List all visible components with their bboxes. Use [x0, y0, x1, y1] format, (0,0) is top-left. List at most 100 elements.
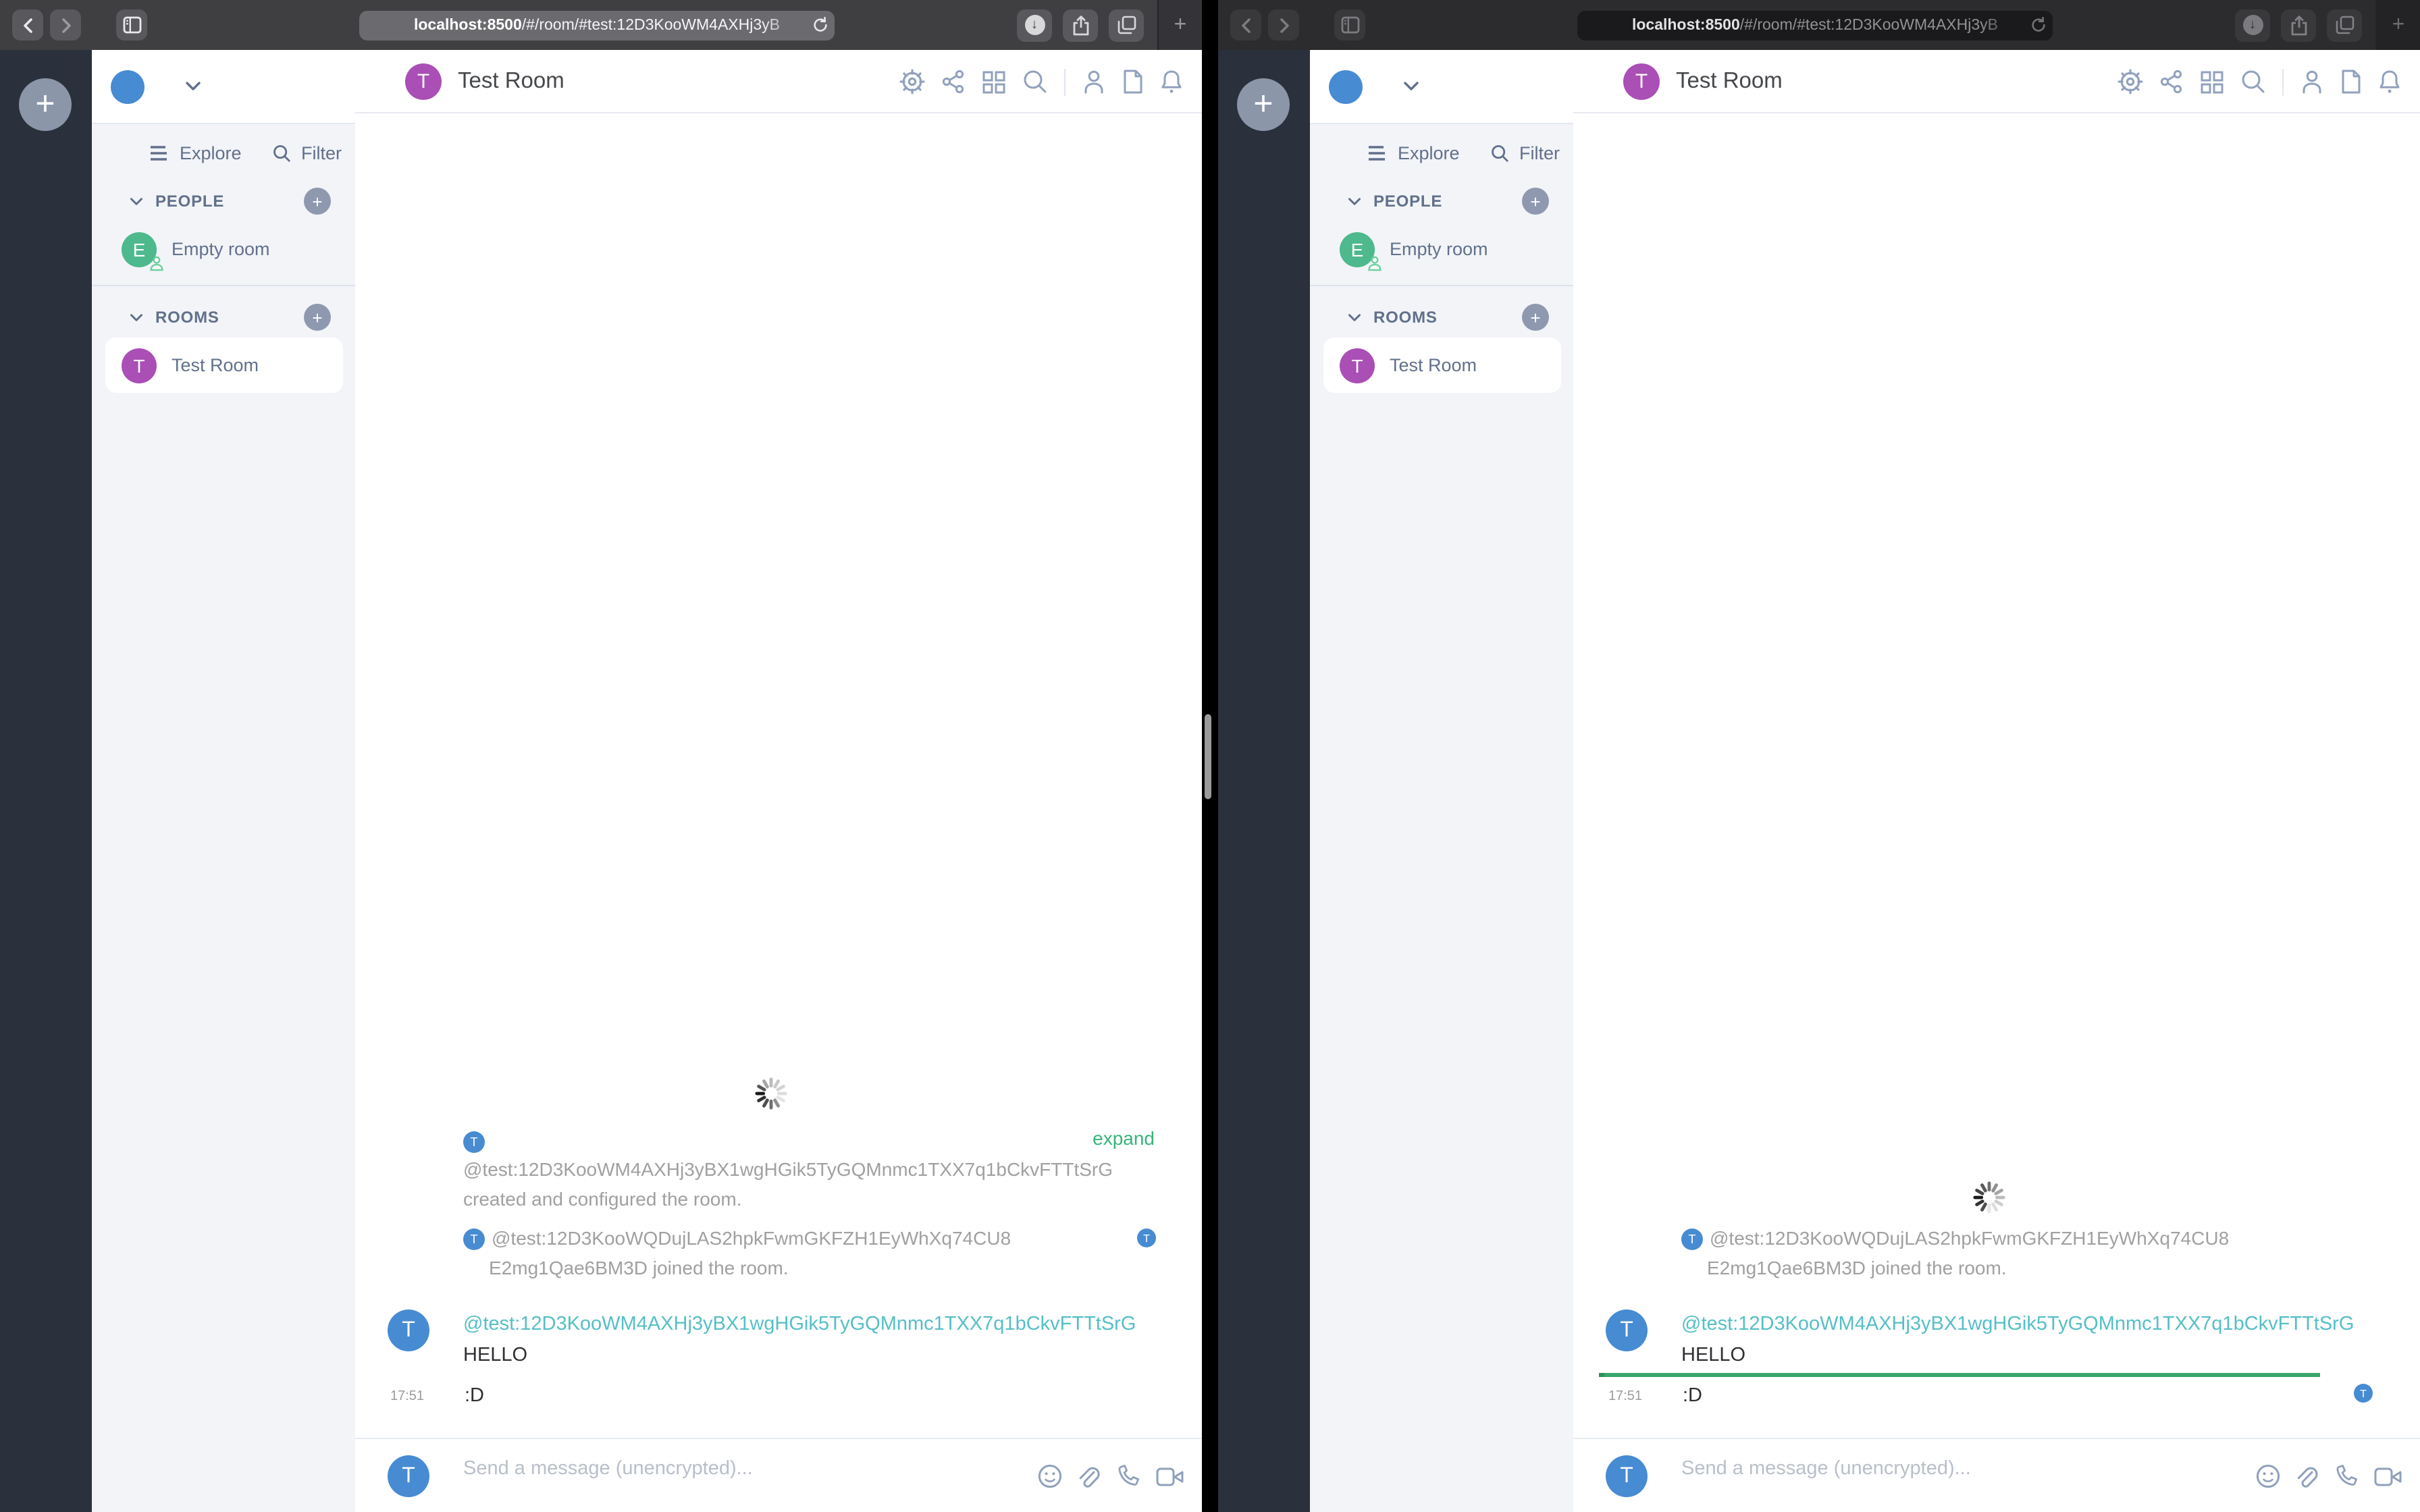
message-timeline: T expand @test:12D3KooWM4AXHj3yBX1wgHGik… — [355, 113, 1202, 1438]
share-room-icon[interactable] — [2159, 69, 2184, 94]
create-space-button[interactable]: + — [19, 78, 72, 131]
attachment-paperclip-icon[interactable] — [1078, 1463, 1101, 1489]
notifications-bell-icon[interactable] — [2378, 69, 2401, 94]
emoji-icon[interactable] — [2255, 1463, 2281, 1489]
filter-input[interactable]: Filter — [301, 142, 347, 163]
explore-button[interactable]: Explore — [180, 142, 253, 163]
section-label: PEOPLE — [155, 192, 225, 211]
reload-icon — [2032, 16, 2045, 32]
plus-icon: + — [1530, 191, 1541, 211]
tab-overview-button[interactable] — [2327, 9, 2362, 41]
people-section-header[interactable]: PEOPLE + — [1310, 181, 1573, 221]
back-button[interactable] — [1230, 9, 1261, 40]
voice-call-phone-icon[interactable] — [2334, 1463, 2359, 1489]
plus-icon: + — [1530, 307, 1541, 327]
explore-icon[interactable] — [149, 144, 169, 161]
chevron-down-icon — [130, 313, 142, 321]
new-tab-button[interactable]: + — [2375, 0, 2420, 50]
sidebar-toggle-button[interactable] — [116, 9, 147, 40]
apps-grid-icon[interactable] — [982, 70, 1006, 94]
share-icon — [2290, 15, 2307, 35]
add-room-button[interactable]: + — [1522, 304, 1549, 331]
forward-button[interactable] — [1268, 9, 1299, 40]
scrollbar-thumb[interactable] — [1205, 714, 1211, 799]
notifications-bell-icon[interactable] — [1160, 69, 1183, 94]
reload-button[interactable] — [812, 16, 829, 34]
expand-link[interactable]: expand — [1093, 1127, 1155, 1149]
downloads-button[interactable]: ↓ — [1017, 9, 1052, 41]
share-button[interactable] — [1063, 9, 1098, 41]
reload-button[interactable] — [2030, 16, 2047, 34]
list-item-empty-room[interactable]: E Empty room — [92, 221, 355, 277]
room-list-panel: Explore Filter PEOPLE + E Empty room ROO… — [92, 50, 355, 1512]
list-item-empty-room[interactable]: E Empty room — [1310, 221, 1573, 277]
add-room-button[interactable]: + — [304, 304, 331, 331]
add-people-button[interactable]: + — [1522, 188, 1549, 215]
search-icon[interactable] — [2240, 69, 2266, 94]
settings-gear-icon[interactable] — [2118, 69, 2143, 94]
room-name: Test Room — [1390, 355, 1477, 375]
message-text: HELLO — [1681, 1345, 1746, 1366]
video-call-camera-icon[interactable] — [2374, 1465, 2402, 1487]
files-icon[interactable] — [1122, 69, 1144, 94]
message-sender-avatar[interactable]: T — [388, 1310, 429, 1351]
search-icon[interactable] — [1022, 69, 1048, 94]
video-call-camera-icon[interactable] — [1156, 1465, 1184, 1487]
share-room-icon[interactable] — [941, 69, 966, 94]
voice-call-phone-icon[interactable] — [1115, 1463, 1141, 1489]
message-sender-id[interactable]: @test:12D3KooWM4AXHj3yBX1wgHGik5TyGQMnmc… — [463, 1314, 1136, 1335]
share-button[interactable] — [2281, 9, 2316, 41]
search-icon — [271, 142, 292, 163]
room-avatar[interactable]: T — [1623, 63, 1660, 99]
create-space-button[interactable]: + — [1237, 78, 1290, 131]
read-receipt-avatar[interactable]: T — [1137, 1228, 1156, 1247]
divider — [1064, 68, 1066, 95]
apps-grid-icon[interactable] — [2200, 70, 2224, 94]
join-event: T @test:12D3KooWQDujLAS2hpkFwmGKFZH1EyWhX… — [463, 1224, 1111, 1282]
explore-button[interactable]: Explore — [1398, 142, 1471, 163]
attachment-paperclip-icon[interactable] — [2296, 1463, 2319, 1489]
chevron-down-icon — [1348, 197, 1361, 205]
list-item-test-room[interactable]: T Test Room — [105, 338, 343, 393]
creation-event-avatar[interactable]: T — [463, 1130, 485, 1154]
url-path: /#/room/#test:12D3KooWM4AXHj3yB — [1739, 18, 1998, 34]
user-menu[interactable] — [92, 50, 355, 124]
avatar: T — [388, 1455, 429, 1497]
sidebar-toggle-button[interactable] — [1334, 9, 1365, 40]
room-avatar[interactable]: T — [405, 63, 442, 99]
plus-icon: + — [2392, 13, 2405, 36]
back-button[interactable] — [12, 9, 43, 40]
avatar[interactable] — [1329, 70, 1363, 103]
message-sender-id[interactable]: @test:12D3KooWM4AXHj3yBX1wgHGik5TyGQMnmc… — [1681, 1314, 2354, 1335]
add-people-button[interactable]: + — [304, 188, 331, 215]
search-icon — [1490, 142, 1510, 163]
settings-gear-icon[interactable] — [899, 69, 925, 94]
url-bar[interactable]: localhost:8500/#/room/#test:12D3KooWM4AX… — [1577, 11, 2053, 40]
user-menu[interactable] — [1310, 50, 1573, 124]
room-list-panel: Explore Filter PEOPLE + E Empty room ROO… — [1310, 50, 1573, 1512]
files-icon[interactable] — [2340, 69, 2362, 94]
new-tab-button[interactable]: + — [1157, 0, 1202, 50]
tab-overview-button[interactable] — [1109, 9, 1144, 41]
creation-event-sender: @test:12D3KooWM4AXHj3yBX1wgHGik5TyGQMnmc… — [463, 1158, 1113, 1180]
avatar[interactable] — [111, 70, 144, 103]
people-section-header[interactable]: PEOPLE + — [92, 181, 355, 221]
message-input[interactable] — [1681, 1458, 2127, 1480]
explore-icon[interactable] — [1367, 144, 1387, 161]
rooms-section-header[interactable]: ROOMS + — [92, 297, 355, 338]
filter-input[interactable]: Filter — [1519, 142, 1565, 163]
members-person-icon[interactable] — [2300, 69, 2324, 94]
avatar[interactable]: T — [463, 1228, 485, 1251]
message-sender-avatar[interactable]: T — [1606, 1310, 1648, 1351]
url-bar[interactable]: localhost:8500/#/room/#test:12D3KooWM4AX… — [359, 11, 835, 40]
rooms-section-header[interactable]: ROOMS + — [1310, 297, 1573, 338]
avatar[interactable]: T — [1681, 1228, 1703, 1251]
emoji-icon[interactable] — [1037, 1463, 1063, 1489]
list-item-test-room[interactable]: T Test Room — [1323, 338, 1561, 393]
members-person-icon[interactable] — [1082, 69, 1106, 94]
downloads-button[interactable]: ↓ — [2235, 9, 2270, 41]
forward-button[interactable] — [50, 9, 81, 40]
message-input[interactable] — [463, 1458, 909, 1480]
chevron-down-icon — [130, 197, 142, 205]
read-receipt-avatar[interactable]: T — [2354, 1384, 2373, 1403]
